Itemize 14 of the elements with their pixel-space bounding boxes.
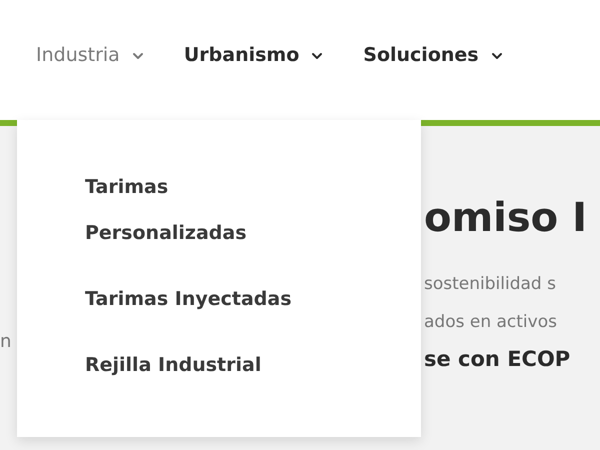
chevron-down-icon (490, 52, 503, 60)
nav-menu-item[interactable]: Soluciones (363, 40, 503, 80)
nav-menu-item[interactable]: Urbanismo (184, 40, 324, 80)
dropdown-item[interactable]: Rejilla Industrial (85, 342, 385, 388)
chevron-down-icon (132, 52, 144, 60)
body-text: ados en activos (424, 311, 558, 334)
nav-menu-item[interactable]: Industria (36, 40, 144, 80)
dropdown-item[interactable]: Tarimas Inyectadas (85, 276, 385, 322)
chevron-down-icon (311, 52, 324, 60)
body-text-fragment: n (0, 331, 12, 352)
bold-text: se con ECOP (424, 346, 572, 373)
body-text: sostenibilidad s (424, 273, 557, 296)
page-heading: omiso I (424, 194, 587, 243)
dropdown-item[interactable]: Tarimas Personalizadas (85, 164, 285, 256)
